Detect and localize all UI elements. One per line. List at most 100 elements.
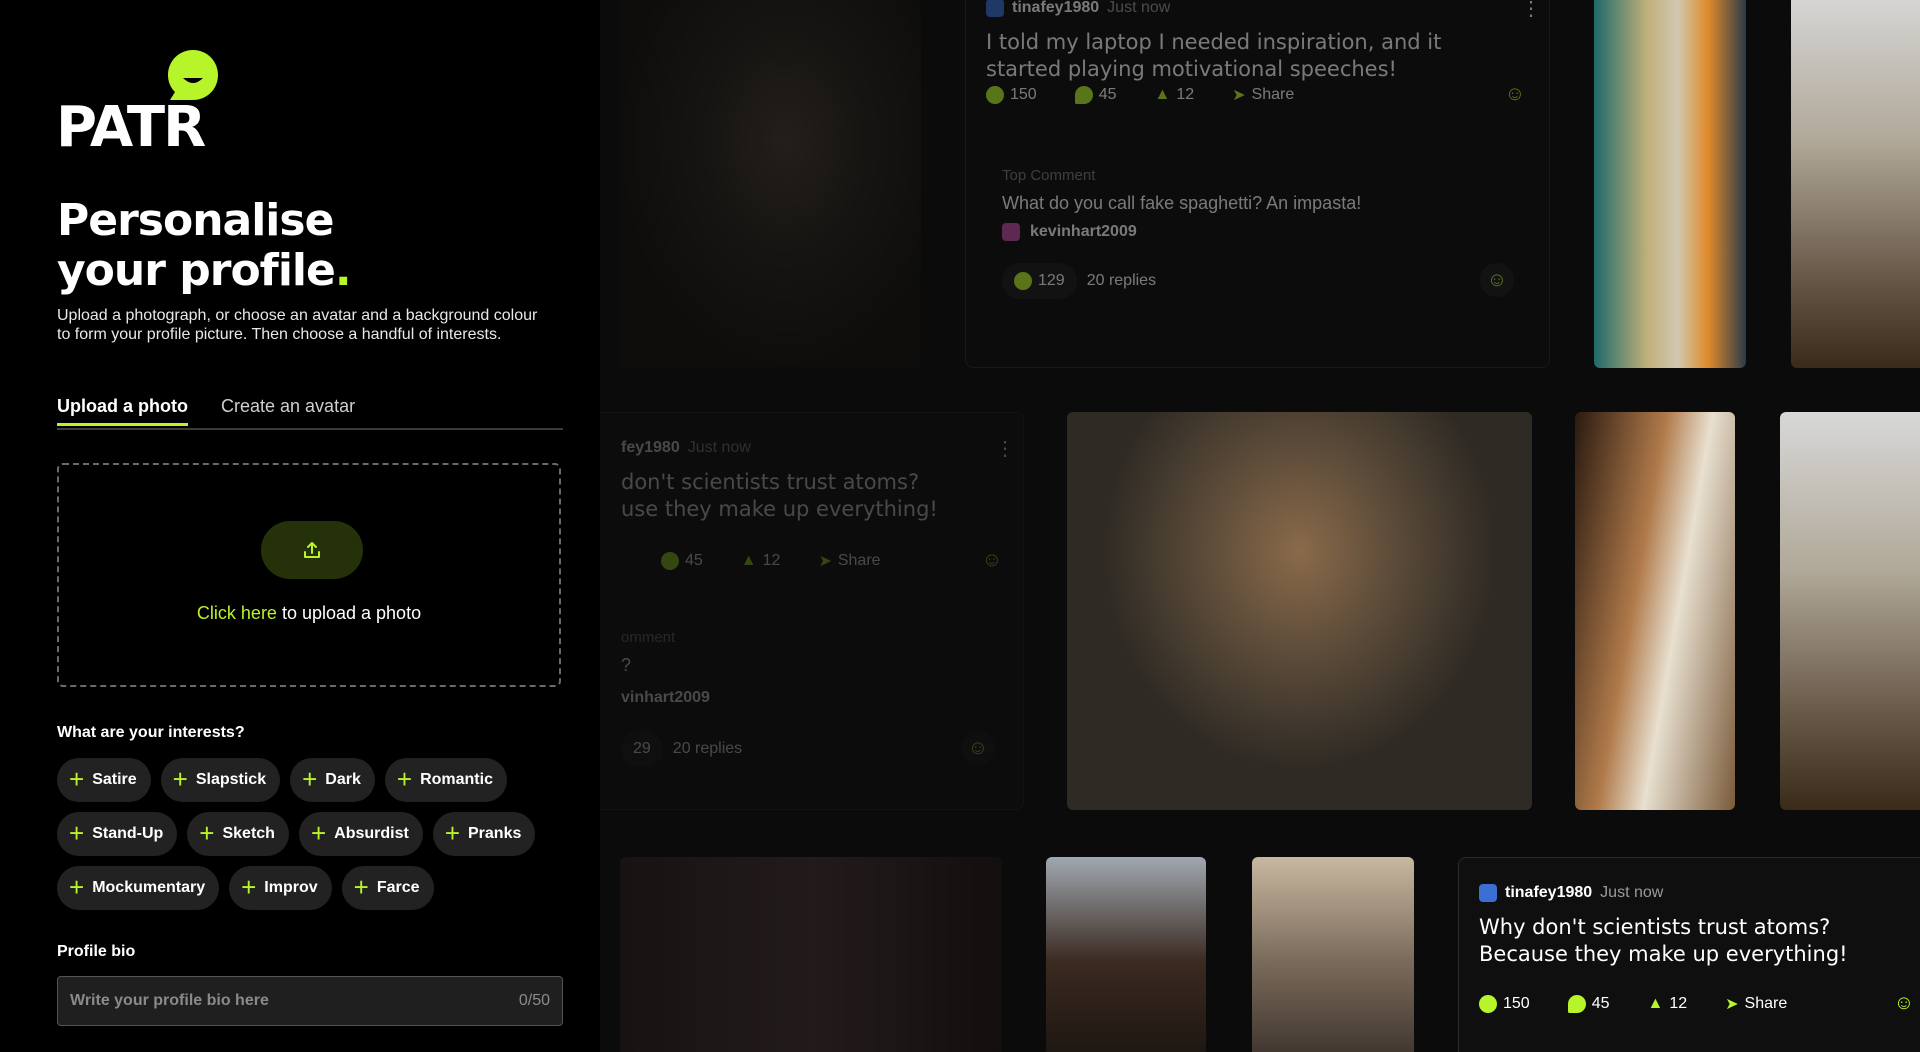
share-button[interactable]: ➤ Share [818, 551, 880, 571]
share-button[interactable]: ➤ Share [1232, 85, 1294, 105]
plus-icon: + [241, 871, 257, 902]
comment-icon [1567, 995, 1586, 1013]
user-avatar-icon [986, 0, 1004, 17]
plus-icon: + [199, 817, 215, 848]
interests-row: + Stand-Up + Sketch + Absurdist + Pranks [57, 812, 577, 856]
post-meta: fey1980 Just now [621, 439, 751, 457]
interest-chip-mockumentary[interactable]: + Mockumentary [57, 866, 220, 910]
comment-count[interactable]: 45 [1567, 995, 1610, 1013]
react-add-icon[interactable]: ☺ [1480, 263, 1514, 297]
photo-dropzone[interactable]: Click here to upload a photo [57, 463, 561, 687]
share-icon: ➤ [1725, 996, 1739, 1013]
post-card-bottom[interactable]: tinafey1980 Just now Why don't scientist… [1458, 857, 1920, 1052]
bio-char-count: 0/50 [518, 992, 550, 1009]
replies-link[interactable]: 20 replies [1087, 272, 1156, 290]
upvote-icon: ▲ [1647, 995, 1664, 1012]
tab-upload-photo[interactable]: Upload a photo [57, 396, 188, 426]
interest-chip-slapstick[interactable]: + Slapstick [160, 758, 281, 802]
chip-label: Stand-Up [92, 825, 164, 842]
post-card-top[interactable]: tinafey1980 Just now ⋮ I told my laptop … [965, 0, 1550, 368]
title-line-1: Personalise [57, 195, 334, 246]
feed-photo-man-glasses-laughing [1067, 412, 1532, 810]
upload-button[interactable] [261, 521, 363, 579]
plus-icon: + [310, 817, 327, 848]
plus-icon: + [396, 763, 413, 794]
post-title: don't scientists trust atoms? use they m… [621, 470, 938, 521]
more-options-icon[interactable]: ⋮ [995, 439, 1015, 459]
top-comment-label: Top Comment [1002, 167, 1096, 184]
interests-row: + Satire + Slapstick + Dark + Romantic [57, 758, 577, 802]
interest-chip-romantic[interactable]: + Romantic [384, 758, 507, 802]
comment-count[interactable]: 45 [1074, 86, 1117, 104]
chip-label: Slapstick [195, 771, 267, 788]
post-username: tinafey1980 [1505, 884, 1593, 901]
interest-chip-dark[interactable]: + Dark [290, 758, 375, 802]
replies-link[interactable]: 20 replies [673, 740, 742, 758]
upload-link[interactable]: Click here [197, 603, 277, 623]
tab-create-avatar[interactable]: Create an avatar [221, 396, 355, 425]
plus-icon: + [302, 763, 318, 794]
chip-label: Sketch [222, 825, 275, 842]
title-line-2: your profile [57, 245, 336, 296]
bio-label: Profile bio [57, 943, 136, 960]
patr-logo: PATR [56, 48, 236, 158]
upvote-icon: ▲ [740, 552, 757, 569]
comment-laugh-count[interactable]: 129 [1002, 263, 1077, 299]
laugh-count[interactable]: 150 [986, 86, 1037, 104]
commenter-name: kevinhart2009 [1030, 223, 1137, 240]
top-commenter: vinhart2009 [621, 689, 710, 707]
plus-icon: + [172, 763, 188, 794]
interest-chip-absurdist[interactable]: + Absurdist [298, 812, 423, 856]
page-description: Upload a photograph, or choose an avatar… [57, 307, 538, 343]
comment-count[interactable]: 45 [661, 552, 703, 570]
post-actions: 45 ▲ 12 ➤ Share [661, 551, 881, 571]
chip-label: Pranks [468, 825, 522, 842]
plus-icon: + [69, 871, 85, 902]
interests-chips: + Satire + Slapstick + Dark + Romantic + Stan… [57, 758, 577, 920]
post-title: Why don't scientists trust atoms? Becaus… [1479, 915, 1848, 966]
photo-mode-tabs: Upload a photo Create an avatar [57, 396, 563, 430]
interests-row: + Mockumentary + Improv + Farce [57, 866, 577, 910]
comment-reply-row: 29 20 replies [621, 731, 742, 767]
laugh-count[interactable]: 150 [1479, 995, 1530, 1013]
interest-chip-improv[interactable]: + Improv [229, 866, 332, 910]
feed-photo-man-white-turtleneck [1575, 412, 1735, 810]
interest-chip-pranks[interactable]: + Pranks [432, 812, 536, 856]
upvote-count[interactable]: ▲ 12 [1155, 86, 1195, 104]
chip-label: Dark [325, 771, 361, 788]
chip-label: Satire [92, 771, 137, 788]
upload-instructions-text: to upload a photo [276, 603, 422, 623]
interest-chip-satire[interactable]: + Satire [57, 758, 151, 802]
post-username: fey1980 [621, 439, 680, 456]
upvote-count[interactable]: ▲ 12 [1648, 995, 1688, 1013]
more-options-icon[interactable]: ⋮ [1521, 0, 1541, 19]
chip-label: Improv [264, 879, 318, 896]
bio-input[interactable] [58, 977, 522, 1025]
laugh-icon [1014, 272, 1032, 290]
share-button[interactable]: ➤ Share [1725, 994, 1787, 1014]
post-actions: 150 45 ▲ 12 ➤ Share [1479, 994, 1787, 1014]
plus-icon: + [69, 817, 85, 848]
react-add-icon[interactable]: ☺ [975, 543, 1009, 577]
logo-wordmark: PATR [56, 95, 206, 160]
interest-chip-sketch[interactable]: + Sketch [187, 812, 289, 856]
top-comment-label: omment [621, 629, 676, 646]
post-card-mid[interactable]: fey1980 Just now ⋮ don't scientists trus… [600, 412, 1024, 810]
post-time: Just now [687, 439, 751, 456]
react-add-icon[interactable]: ☺ [1498, 77, 1532, 111]
speech-bubble-logo-icon [168, 50, 218, 100]
share-icon: ➤ [1232, 87, 1246, 104]
feed-photo-man-cafe [1252, 857, 1414, 1052]
upload-instructions: Click here to upload a photo [59, 603, 559, 624]
commenter-name: vinhart2009 [621, 689, 710, 706]
feed-photo-woman-curly-hair [1046, 857, 1206, 1052]
interest-chip-farce[interactable]: + Farce [341, 866, 434, 910]
post-username: tinafey1980 [1012, 0, 1100, 16]
upvote-count[interactable]: ▲ 12 [741, 552, 781, 570]
comment-laugh-count[interactable]: 29 [621, 731, 663, 767]
react-add-icon[interactable]: ☺ [961, 731, 995, 765]
react-add-icon[interactable]: ☺ [1887, 986, 1920, 1020]
interest-chip-stand-up[interactable]: + Stand-Up [57, 812, 178, 856]
feed-photo-man-laughing-dark [620, 0, 921, 368]
commenter-avatar-icon [1002, 223, 1020, 241]
